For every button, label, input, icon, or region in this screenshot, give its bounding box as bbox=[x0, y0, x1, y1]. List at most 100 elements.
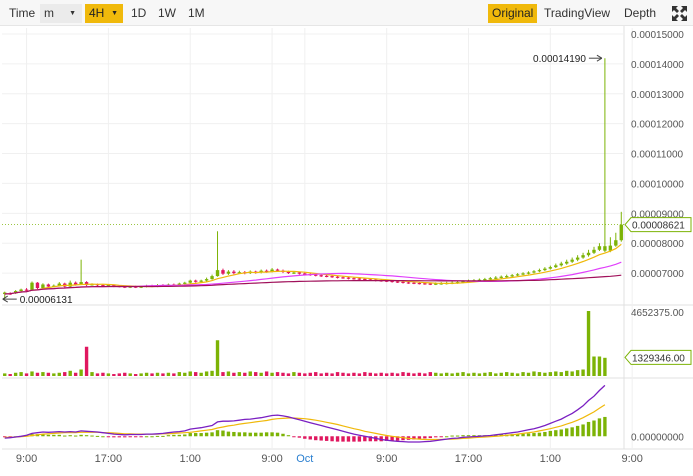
candle-body bbox=[286, 271, 291, 274]
macd-histogram-bar bbox=[575, 425, 580, 437]
candle-body bbox=[401, 281, 405, 283]
price-tick-label: 0.00010000 bbox=[631, 179, 684, 190]
macd-histogram-bar bbox=[237, 432, 242, 437]
candle-body bbox=[395, 281, 400, 283]
candle-body bbox=[215, 270, 220, 277]
macd-histogram-bar bbox=[444, 436, 449, 438]
candle-body bbox=[543, 268, 547, 271]
price-chart[interactable]: 0.00015000 0.00014000 0.00013000 0.00012000… bbox=[0, 26, 693, 476]
macd-histogram-bar bbox=[303, 436, 307, 439]
volume-bar bbox=[117, 373, 121, 376]
volume-bar bbox=[226, 371, 231, 376]
macd-histogram-bar bbox=[292, 436, 296, 438]
interval-tab-1w[interactable]: 1W bbox=[154, 4, 180, 23]
volume-bar bbox=[232, 372, 236, 376]
volume-bar bbox=[401, 372, 405, 376]
volume-bar bbox=[510, 372, 514, 376]
macd-histogram-bar bbox=[172, 434, 176, 437]
volume-bar bbox=[434, 372, 438, 376]
macd-histogram-bar bbox=[314, 436, 318, 441]
candle-body bbox=[73, 282, 78, 285]
macd-histogram-bar bbox=[254, 432, 258, 437]
macd-histogram-bar bbox=[46, 434, 51, 437]
volume-bar bbox=[35, 372, 40, 376]
macd-histogram-bar bbox=[450, 435, 454, 437]
candle-body bbox=[19, 289, 23, 292]
macd-histogram-bar bbox=[537, 432, 542, 437]
candle-body bbox=[199, 280, 203, 282]
macd-histogram-bar bbox=[592, 420, 596, 437]
volume-bar bbox=[199, 372, 203, 376]
macd-histogram-bar bbox=[95, 435, 100, 437]
volume-bar bbox=[254, 372, 258, 376]
volume-bar bbox=[172, 373, 176, 376]
volume-bar bbox=[384, 373, 389, 376]
macd-histogram-bar bbox=[150, 436, 154, 438]
interval-tab-4h[interactable]: 4H ▼ bbox=[85, 4, 123, 23]
volume-bar bbox=[444, 372, 449, 376]
volume-bar bbox=[90, 372, 94, 376]
time-tick-label: 17:00 bbox=[95, 453, 123, 465]
volume-bar bbox=[515, 373, 520, 376]
candle-body bbox=[292, 272, 296, 274]
fullscreen-icon[interactable] bbox=[670, 4, 689, 23]
macd-histogram-bar bbox=[281, 433, 285, 437]
volume-bar bbox=[63, 372, 67, 376]
time-tick-label: 9:00 bbox=[376, 453, 397, 465]
volume-bar bbox=[603, 357, 607, 376]
candle-body bbox=[575, 257, 580, 260]
volume-bar bbox=[194, 372, 198, 376]
volume-bar bbox=[526, 372, 531, 376]
candle-body bbox=[494, 277, 498, 279]
macd-histogram-bar bbox=[183, 434, 187, 437]
macd-histogram-bar bbox=[554, 430, 558, 437]
macd-histogram-bar bbox=[324, 436, 329, 441]
time-tick-label: 9:00 bbox=[621, 453, 642, 465]
interval-tab-1d[interactable]: 1D bbox=[127, 4, 150, 23]
macd-zero-label: 0.00000000 bbox=[631, 432, 684, 443]
volume-bar bbox=[101, 372, 105, 376]
macd-histogram-bar bbox=[57, 434, 61, 437]
candle-body bbox=[324, 275, 329, 277]
candle-body bbox=[521, 273, 525, 275]
chart-toolbar: Time m ▼ 4H ▼ 1D 1W 1M Original TradingV… bbox=[0, 0, 693, 26]
volume-bar bbox=[19, 372, 23, 376]
macd-histogram-bar bbox=[139, 436, 143, 438]
volume-bar bbox=[303, 373, 307, 376]
volume-bar bbox=[95, 373, 100, 376]
macd-histogram-bar bbox=[161, 435, 165, 437]
interval-tab-1m[interactable]: 1M bbox=[184, 4, 209, 23]
volume-bar bbox=[183, 372, 187, 376]
volume-bar bbox=[423, 373, 427, 376]
interval-tab-label: 4H bbox=[89, 6, 105, 20]
volume-bar bbox=[30, 371, 34, 376]
time-tick-label: Oct bbox=[296, 453, 313, 465]
macd-histogram-bar bbox=[232, 431, 236, 437]
time-tick-label: 9:00 bbox=[16, 453, 37, 465]
volume-bar bbox=[68, 370, 72, 376]
macd-histogram-bar bbox=[286, 435, 291, 437]
macd-histogram-bar bbox=[128, 436, 132, 438]
volume-bar bbox=[466, 373, 471, 376]
candle-body bbox=[30, 282, 34, 291]
macd-histogram-bar bbox=[597, 418, 602, 437]
volume-bar bbox=[248, 371, 252, 376]
candle-body bbox=[221, 270, 225, 274]
candle-body bbox=[330, 276, 334, 278]
macd-histogram-bar bbox=[204, 432, 209, 437]
candle-body bbox=[548, 267, 553, 269]
macd-histogram-bar bbox=[166, 435, 171, 437]
volume-bar bbox=[286, 373, 291, 376]
macd-histogram-bar bbox=[455, 435, 460, 437]
macd-histogram-bar bbox=[259, 432, 263, 437]
minute-interval-dropdown[interactable]: m ▼ bbox=[40, 4, 82, 23]
volume-bar bbox=[144, 372, 149, 376]
candle-body bbox=[352, 278, 356, 280]
view-tab-tradingview[interactable]: TradingView bbox=[540, 4, 614, 23]
candle-body bbox=[559, 263, 563, 266]
view-tab-depth[interactable]: Depth bbox=[620, 4, 660, 23]
volume-bar bbox=[565, 370, 569, 376]
volume-bar bbox=[374, 373, 378, 376]
volume-bar bbox=[450, 373, 454, 376]
view-tab-original[interactable]: Original bbox=[488, 4, 538, 23]
